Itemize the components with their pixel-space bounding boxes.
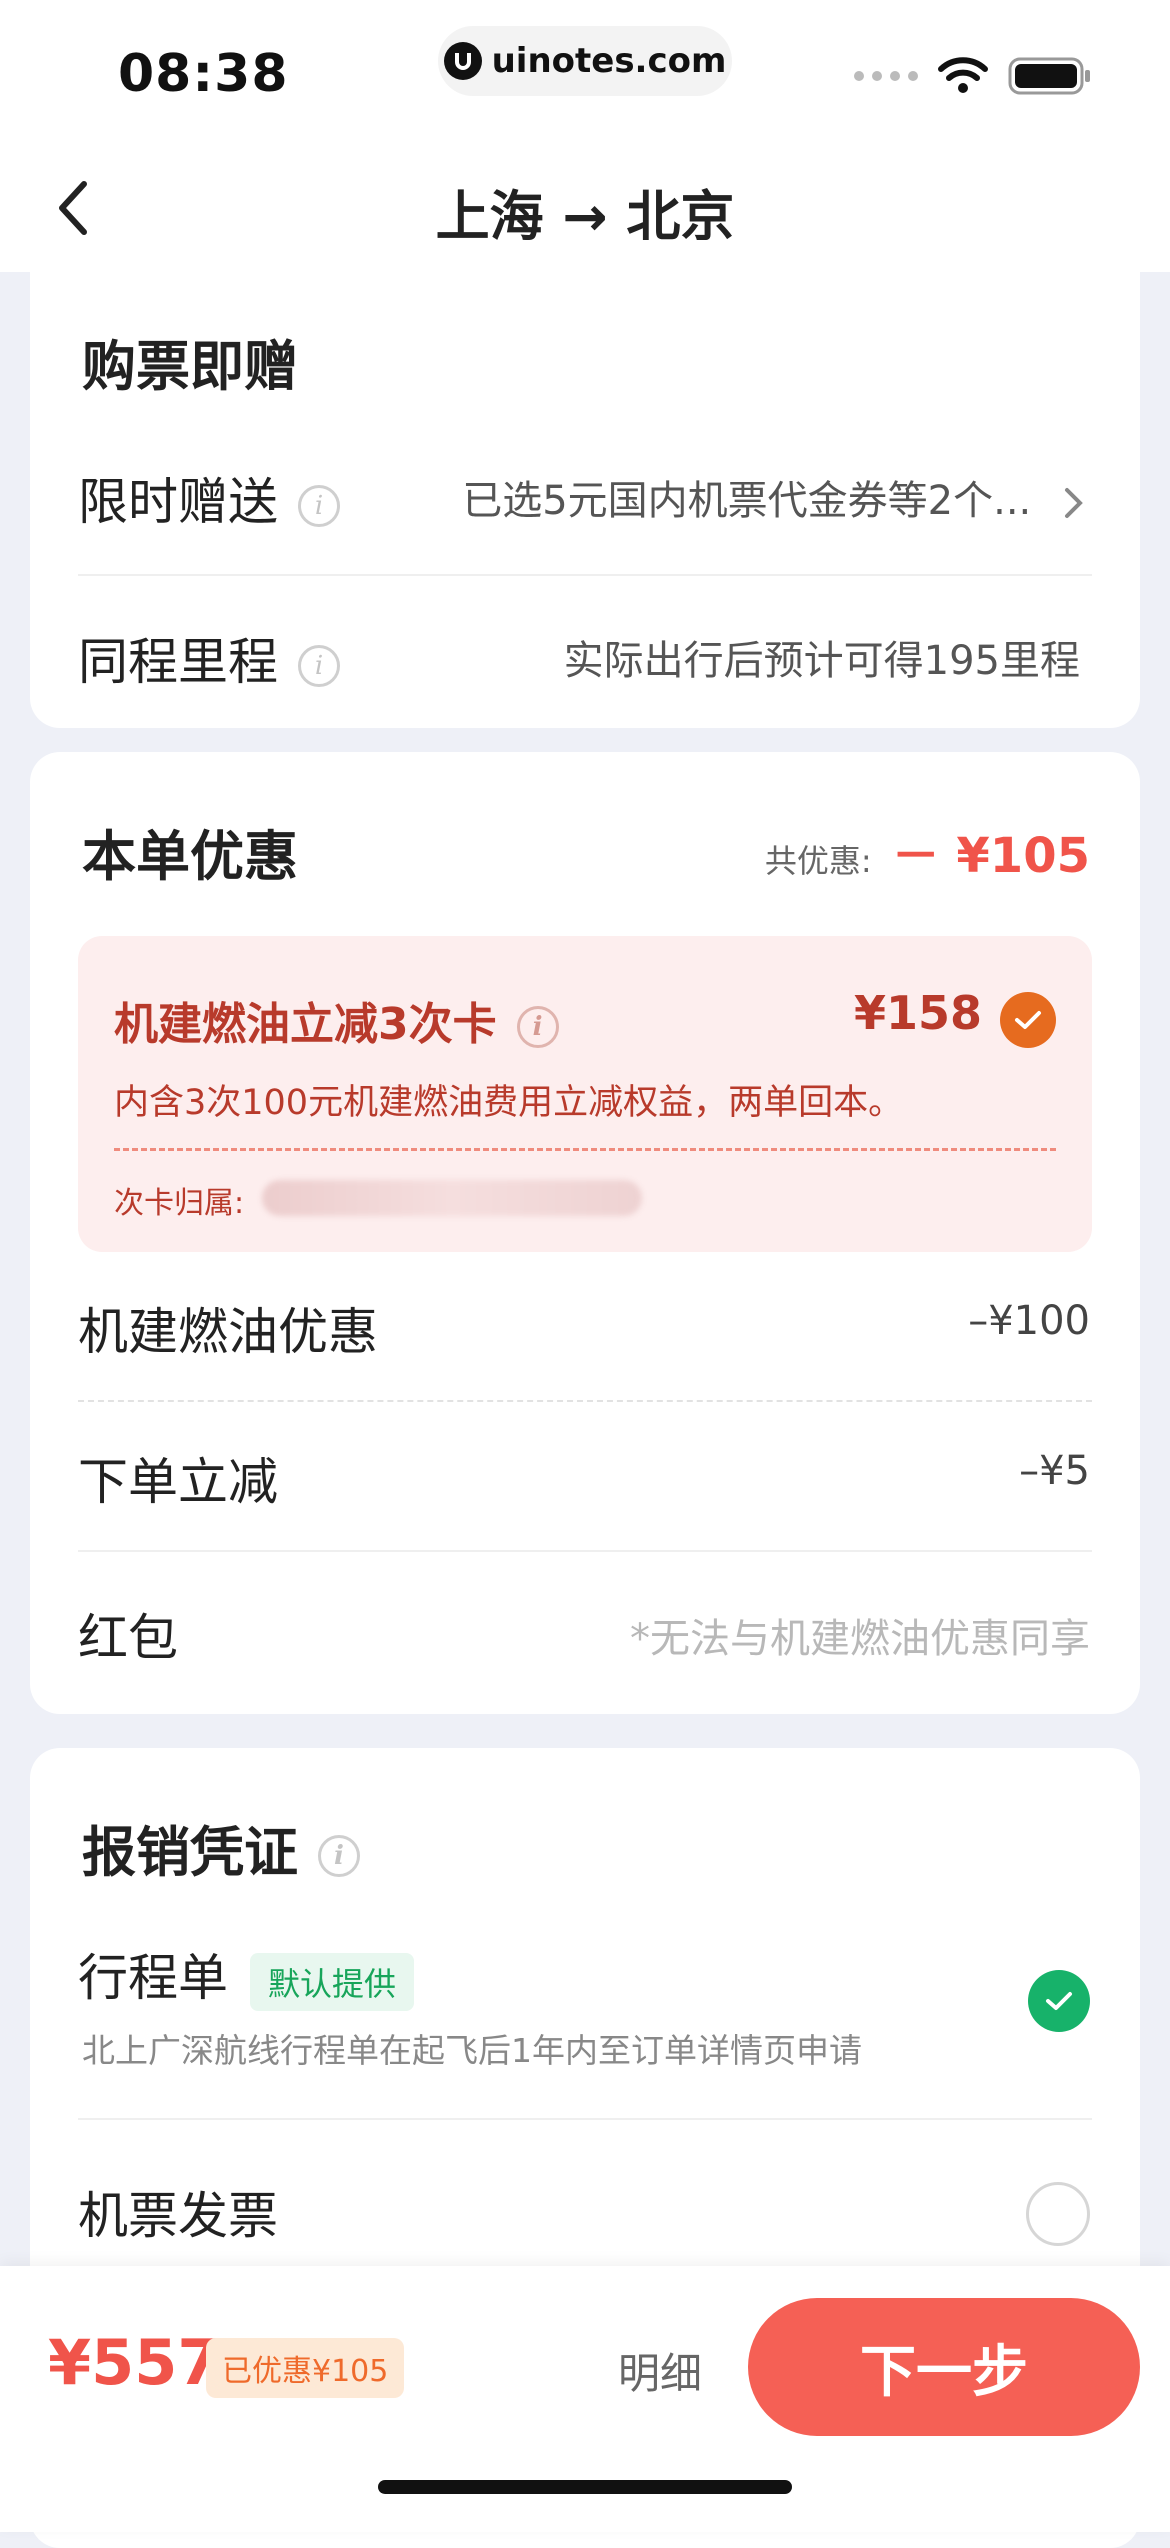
divider: [78, 574, 1092, 576]
promo-owner-label: 次卡归属:: [114, 1186, 245, 1221]
site-logo-icon: [443, 42, 482, 80]
info-icon[interactable]: i: [516, 1006, 559, 1048]
battery-icon: [1008, 57, 1090, 95]
url-pill[interactable]: uinotes.com: [438, 26, 732, 96]
gift-section-title: 购票即赠: [82, 335, 298, 398]
divider: [78, 1400, 1092, 1402]
chevron-right-icon: [1065, 488, 1083, 518]
gift-row-value[interactable]: 已选5元国内机票代金券等2个...: [462, 468, 1086, 526]
itinerary-check-icon[interactable]: [1028, 1970, 1090, 2032]
promo-divider: [114, 1148, 1056, 1151]
signal-icon: [854, 71, 918, 81]
mileage-row-label: 同程里程 i: [78, 622, 340, 694]
fuel-discount-label: 机建燃油优惠: [78, 1303, 378, 1361]
info-icon[interactable]: i: [318, 1835, 360, 1878]
promo-card[interactable]: 机建燃油立减3次卡 i ¥158 内含3次100元机建燃油费用立减权益，两单回本。…: [78, 936, 1092, 1252]
default-badge: 默认提供: [250, 1952, 415, 2011]
discount-section-title: 本单优惠: [82, 825, 298, 888]
next-step-button[interactable]: 下一步: [748, 2298, 1140, 2436]
info-icon[interactable]: i: [298, 484, 340, 527]
home-indicator: [378, 2480, 792, 2494]
divider: [78, 2118, 1092, 2120]
mileage-row-value: 实际出行后预计可得195里程: [563, 638, 1080, 684]
total-price: ¥557: [48, 2326, 221, 2399]
detail-link[interactable]: 明细: [618, 2340, 702, 2401]
promo-title: 机建燃油立减3次卡 i: [114, 988, 559, 1052]
red-packet-label: 红包: [78, 1609, 178, 1667]
divider: [78, 1550, 1092, 1552]
gift-row-label: 限时赠送 i: [78, 462, 340, 534]
bottom-bar: ¥557 已优惠¥105 明细 下一步: [0, 2266, 1170, 2532]
status-time: 08:38: [118, 44, 289, 104]
itinerary-label: 行程单 默认提供: [78, 1938, 415, 2011]
voucher-section-title: 报销凭证 i: [82, 1808, 360, 1887]
invoice-radio[interactable]: [1026, 2182, 1090, 2246]
status-icons: [854, 56, 1092, 96]
invoice-label: 机票发票: [78, 2187, 278, 2245]
url-text: uinotes.com: [491, 41, 727, 81]
promo-price: ¥158: [853, 986, 982, 1040]
saved-badge: 已优惠¥105: [206, 2338, 405, 2398]
promo-owner-redacted: [262, 1180, 642, 1216]
instant-discount-value: –¥5: [1019, 1448, 1090, 1494]
red-packet-note: *无法与机建燃油优惠同享: [630, 1616, 1090, 1662]
wifi-icon: [938, 57, 988, 93]
top-bar: 08:38 uinotes.com 上海 → 北京: [0, 0, 1170, 272]
promo-desc: 内含3次100元机建燃油费用立减权益，两单回本。: [114, 1083, 904, 1123]
fuel-discount-value: –¥100: [968, 1298, 1090, 1344]
discount-total: 共优惠: － ¥105: [764, 828, 1090, 884]
itinerary-desc: 北上广深航线行程单在起飞后1年内至订单详情页申请: [82, 2031, 862, 2070]
info-icon[interactable]: i: [298, 644, 340, 687]
gift-card: 购票即赠 限时赠送 i 已选5元国内机票代金券等2个... 同程里程 i 实际出行后…: [30, 240, 1140, 728]
promo-check-icon[interactable]: [1000, 992, 1056, 1048]
instant-discount-label: 下单立减: [78, 1453, 278, 1511]
discount-card: 本单优惠 共优惠: － ¥105 机建燃油立减3次卡 i ¥158 内含3次100元…: [30, 752, 1140, 1714]
discount-total-value: － ¥105: [891, 828, 1090, 884]
